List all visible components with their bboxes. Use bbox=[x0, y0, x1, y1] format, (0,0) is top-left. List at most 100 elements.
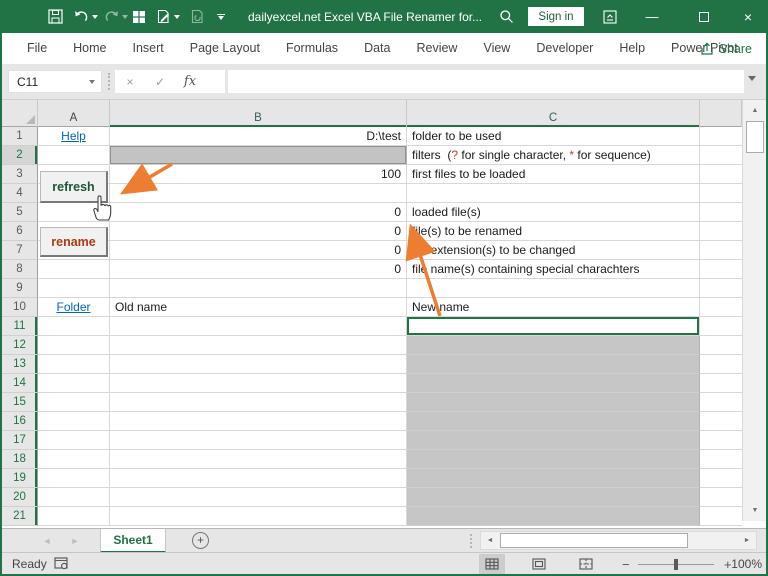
cell-C6[interactable]: file(s) to be renamed bbox=[407, 222, 700, 241]
add-sheet-button[interactable]: + bbox=[192, 532, 209, 549]
cell-B7[interactable]: 0 bbox=[110, 241, 407, 260]
document-pen-icon[interactable] bbox=[152, 0, 174, 33]
horizontal-scrollbar[interactable]: ◄ ► bbox=[480, 531, 757, 550]
row-header-11[interactable]: 11 bbox=[2, 317, 38, 336]
row-header-5[interactable]: 5 bbox=[2, 203, 38, 222]
enter-icon[interactable]: ✓ bbox=[145, 75, 175, 89]
ribbon-display-options-icon[interactable] bbox=[598, 0, 622, 33]
cell-B17[interactable] bbox=[110, 431, 407, 450]
scroll-left-icon[interactable]: ◄ bbox=[482, 532, 498, 549]
select-all-corner[interactable] bbox=[2, 100, 38, 127]
sheet-nav-right-icon[interactable]: ► bbox=[64, 529, 86, 553]
row-header-4[interactable]: 4 bbox=[2, 184, 38, 203]
cell-B1[interactable]: D:\test bbox=[110, 127, 407, 146]
vertical-scrollbar[interactable]: ▲ ▼ bbox=[742, 100, 766, 521]
tab-insert[interactable]: Insert bbox=[120, 33, 177, 64]
cell-B4[interactable] bbox=[110, 184, 407, 203]
cell-A15[interactable] bbox=[38, 393, 110, 412]
cell-C18[interactable] bbox=[407, 450, 700, 469]
cell-A17[interactable] bbox=[38, 431, 110, 450]
cell-B12[interactable] bbox=[110, 336, 407, 355]
folder-link[interactable]: Folder bbox=[56, 300, 90, 314]
row-header-17[interactable]: 17 bbox=[2, 431, 38, 450]
scroll-right-icon[interactable]: ► bbox=[739, 532, 755, 549]
cell-A21[interactable] bbox=[38, 507, 110, 526]
cell-B3[interactable]: 100 bbox=[110, 165, 407, 184]
tab-home[interactable]: Home bbox=[60, 33, 119, 64]
cell-C16[interactable] bbox=[407, 412, 700, 431]
undo-dropdown-chevron[interactable] bbox=[90, 0, 100, 33]
row-header-1[interactable]: 1 bbox=[2, 127, 38, 146]
scroll-down-icon[interactable]: ▼ bbox=[745, 502, 765, 519]
rename-button[interactable]: rename bbox=[40, 227, 108, 257]
minimize-button[interactable]: — bbox=[636, 0, 668, 33]
cell-A1[interactable]: Help bbox=[38, 127, 110, 146]
cell-B18[interactable] bbox=[110, 450, 407, 469]
row-header-6[interactable]: 6 bbox=[2, 222, 38, 241]
cell-A2[interactable] bbox=[38, 146, 110, 165]
cell-B13[interactable] bbox=[110, 355, 407, 374]
row-header-3[interactable]: 3 bbox=[2, 165, 38, 184]
cell-C20[interactable] bbox=[407, 488, 700, 507]
tab-developer[interactable]: Developer bbox=[523, 33, 606, 64]
help-link[interactable]: Help bbox=[61, 129, 86, 143]
row-header-15[interactable]: 15 bbox=[2, 393, 38, 412]
cell-C2[interactable]: filters (? for single character, * for s… bbox=[407, 146, 700, 165]
scroll-up-icon[interactable]: ▲ bbox=[745, 102, 765, 119]
row-header-8[interactable]: 8 bbox=[2, 260, 38, 279]
cell-C4[interactable] bbox=[407, 184, 700, 203]
tab-data[interactable]: Data bbox=[351, 33, 403, 64]
row-header-12[interactable]: 12 bbox=[2, 336, 38, 355]
cell-A13[interactable] bbox=[38, 355, 110, 374]
tab-file[interactable]: File bbox=[14, 33, 60, 64]
normal-view-icon[interactable] bbox=[479, 554, 505, 574]
column-header-C[interactable]: C bbox=[407, 100, 700, 127]
undo-icon[interactable] bbox=[70, 0, 92, 33]
cell-C10[interactable]: New name bbox=[407, 298, 700, 317]
cell-B20[interactable] bbox=[110, 488, 407, 507]
row-header-9[interactable]: 9 bbox=[2, 279, 38, 298]
cell-A18[interactable] bbox=[38, 450, 110, 469]
cell-C8[interactable]: file name(s) containing special characht… bbox=[407, 260, 700, 279]
zoom-percentage[interactable]: 100% bbox=[731, 553, 762, 575]
row-header-2[interactable]: 2 bbox=[2, 146, 38, 165]
row-header-20[interactable]: 20 bbox=[2, 488, 38, 507]
cell-C9[interactable] bbox=[407, 279, 700, 298]
cell-B5[interactable]: 0 bbox=[110, 203, 407, 222]
customize-qat-chevron[interactable] bbox=[212, 0, 230, 33]
formula-input[interactable] bbox=[228, 70, 744, 93]
cell-A8[interactable] bbox=[38, 260, 110, 279]
cell-C5[interactable]: loaded file(s) bbox=[407, 203, 700, 222]
page-break-preview-icon[interactable] bbox=[573, 554, 599, 574]
cell-A5[interactable] bbox=[38, 203, 110, 222]
cell-B11[interactable] bbox=[110, 317, 407, 336]
cell-C14[interactable] bbox=[407, 374, 700, 393]
cell-A20[interactable] bbox=[38, 488, 110, 507]
cell-A19[interactable] bbox=[38, 469, 110, 488]
page-layout-view-icon[interactable] bbox=[526, 554, 552, 574]
tab-view[interactable]: View bbox=[470, 33, 523, 64]
search-icon[interactable] bbox=[494, 0, 518, 33]
document-pen-dropdown-chevron[interactable] bbox=[172, 0, 182, 33]
cancel-icon[interactable]: × bbox=[115, 75, 145, 89]
tab-review[interactable]: Review bbox=[403, 33, 470, 64]
cell-B2[interactable] bbox=[110, 146, 407, 165]
cell-C21[interactable] bbox=[407, 507, 700, 526]
cell-A14[interactable] bbox=[38, 374, 110, 393]
tab-formulas[interactable]: Formulas bbox=[273, 33, 351, 64]
zoom-out-button[interactable]: − bbox=[622, 553, 630, 575]
cell-B9[interactable] bbox=[110, 279, 407, 298]
row-header-18[interactable]: 18 bbox=[2, 450, 38, 469]
cell-B15[interactable] bbox=[110, 393, 407, 412]
refresh-button[interactable]: refresh bbox=[40, 171, 108, 203]
close-button[interactable]: × bbox=[731, 0, 765, 33]
column-header-A[interactable]: A bbox=[38, 100, 110, 127]
vertical-scrollbar-thumb[interactable] bbox=[746, 121, 764, 153]
cell-A10[interactable]: Folder bbox=[38, 298, 110, 317]
tab-help[interactable]: Help bbox=[606, 33, 658, 64]
row-header-16[interactable]: 16 bbox=[2, 412, 38, 431]
name-box-dropdown[interactable] bbox=[83, 79, 101, 84]
row-header-10[interactable]: 10 bbox=[2, 298, 38, 317]
cell-B10[interactable]: Old name bbox=[110, 298, 407, 317]
row-header-13[interactable]: 13 bbox=[2, 355, 38, 374]
